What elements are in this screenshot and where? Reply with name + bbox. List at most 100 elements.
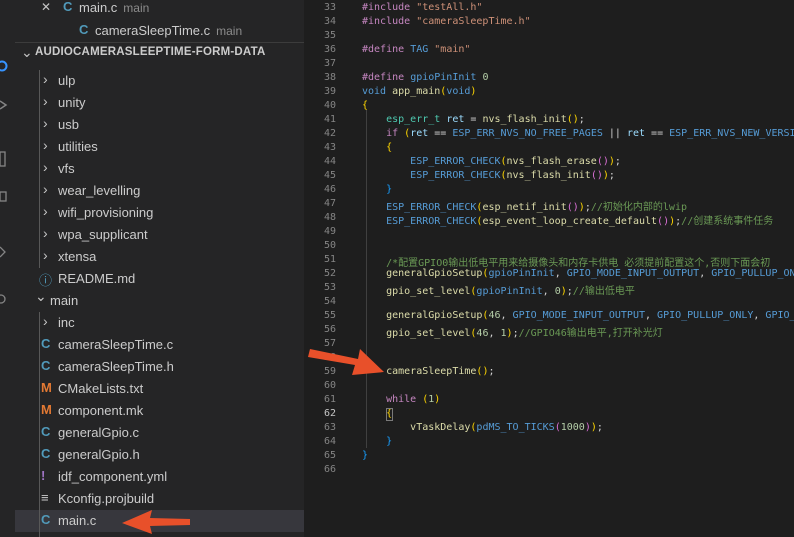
open-editor-label: main.c main [79,0,149,15]
pointer-arrow-sidebar [122,510,190,534]
c-file-icon: C [41,424,51,439]
code-line[interactable]: while (1) [362,394,440,405]
code-line[interactable]: #define TAG "main" [362,44,470,55]
remote-explorer-icon[interactable] [0,245,10,258]
line-number: 36 [323,44,336,55]
line-number: 61 [323,394,336,405]
tree-item-label: ulp [58,73,76,88]
extensions-icon[interactable] [0,190,10,202]
code-line[interactable]: /*配置GPIO0输出低电平用来给摄像头和内存卡供电 必须提前配置这个,否则下面… [362,254,770,269]
c-file-icon: C [41,336,51,351]
tree-item-label: Kconfig.projbuild [58,491,155,506]
line-number: 43 [323,142,336,153]
search-icon[interactable] [0,60,10,72]
chevron-right-icon: › [43,137,48,153]
tree-file-readme-md[interactable]: ⓘ README.md [15,268,304,290]
line-number: 50 [323,240,336,251]
line-number: 45 [323,170,336,181]
indent-guide [366,110,367,448]
code-line[interactable]: ESP_ERROR_CHECK(esp_netif_init());//初始化内… [362,198,687,213]
code-line[interactable]: gpio_set_level(gpioPinInit, 0);//输出低电平 [362,282,635,297]
tree-folder-inc[interactable]: › inc [15,312,304,334]
tree-item-label: idf_component.yml [58,469,168,484]
open-editor-label: cameraSleepTime.c main [95,23,242,38]
tree-item-label: wifi_provisioning [58,205,154,220]
code-line[interactable]: } [362,450,368,461]
tree-item-label: generalGpio.c [58,425,139,440]
tree-folder-usb[interactable]: › usb [15,114,304,136]
line-number: 52 [323,268,336,279]
c-file-icon: C [41,446,51,461]
line-number: 39 [323,86,336,97]
tree-item-label: unity [58,95,86,110]
tree-file-camerasleeptime-c[interactable]: CcameraSleepTime.c [15,334,304,356]
chevron-right-icon: › [43,159,48,175]
code-line[interactable]: generalGpioSetup(46, GPIO_MODE_INPUT_OUT… [362,310,794,321]
matching-bracket-highlight [386,408,393,421]
code-line[interactable]: #include "testAll.h" [362,2,482,13]
tree-item-label: main [50,293,79,308]
open-editor-description: main [123,1,150,15]
tree-item-label: cameraSleepTime.h [58,359,174,374]
c-file-icon: C [41,358,51,373]
tree-folder-wear-levelling[interactable]: › wear_levelling [15,180,304,202]
tree-folder-utilities[interactable]: › utilities [15,136,304,158]
tree-item-label: usb [58,117,79,132]
tree-file-component-mk[interactable]: Mcomponent.mk [15,400,304,422]
tree-item-label: vfs [58,161,75,176]
line-number: 62 [323,408,336,419]
tree-folder-ulp[interactable]: › ulp [15,70,304,92]
makefile-icon: M [41,380,52,395]
open-editor-item[interactable]: ✕ Cmain.c main [15,0,304,19]
indent-guide [39,70,40,268]
open-editor-item[interactable]: CcameraSleepTime.c main [15,20,304,42]
tree-item-label: cameraSleepTime.c [58,337,174,352]
tree-folder-wifi-provisioning[interactable]: › wifi_provisioning [15,202,304,224]
tree-file-generalgpio-h[interactable]: CgeneralGpio.h [15,444,304,466]
tree-folder-xtensa[interactable]: › xtensa [15,246,304,268]
chevron-right-icon: › [43,247,48,263]
code-line[interactable]: void app_main(void) [362,86,476,97]
code-line[interactable]: #define gpioPinInit 0 [362,72,488,83]
tree-folder-unity[interactable]: › unity [15,92,304,114]
tree-folder-main[interactable]: ⌄ main [15,288,304,312]
line-number: 38 [323,72,336,83]
close-icon[interactable]: ✕ [41,0,51,14]
tree-file-idf-component-yml[interactable]: ! idf_component.yml [15,466,304,488]
tree-folder-vfs[interactable]: › vfs [15,158,304,180]
line-number: 40 [323,100,336,111]
code-line[interactable]: esp_err_t ret = nvs_flash_init(); [362,114,585,125]
line-number: 55 [323,310,336,321]
workspace-folder-header[interactable]: ⌄ AUDIOCAMERASLEEPTIME-FORM-DATA [15,42,304,63]
code-line[interactable]: ESP_ERROR_CHECK(nvs_flash_erase()); [362,156,621,167]
chevron-right-icon: › [43,203,48,219]
chevron-right-icon: › [43,225,48,241]
code-line[interactable]: if (ret == ESP_ERR_NVS_NO_FREE_PAGES || … [362,128,794,139]
tree-folder-wpa-supplicant[interactable]: › wpa_supplicant [15,224,304,246]
line-number: 37 [323,58,336,69]
info-icon: ⓘ [39,273,53,288]
source-control-icon[interactable] [0,98,10,110]
tree-file-camerasleeptime-h[interactable]: CcameraSleepTime.h [15,356,304,378]
tree-item-label: README.md [58,271,136,286]
code-line[interactable]: ESP_ERROR_CHECK(nvs_flash_init()); [362,170,615,181]
line-number: 64 [323,436,336,447]
run-debug-icon[interactable] [0,150,10,167]
line-number: 63 [323,422,336,433]
line-number: 54 [323,296,336,307]
chevron-right-icon: › [43,71,48,87]
testing-icon[interactable] [0,292,10,304]
tree-item-label: utilities [58,139,98,154]
code-line[interactable]: #include "cameraSleepTime.h" [362,16,531,27]
code-line[interactable]: ESP_ERROR_CHECK(esp_event_loop_create_de… [362,212,773,227]
chevron-right-icon: › [43,93,48,109]
code-editor[interactable]: 33 #include "testAll.h" 34 #include "camera… [304,0,794,537]
tree-file-cmakelists-txt[interactable]: M CMakeLists.txt [15,378,304,400]
code-line[interactable]: generalGpioSetup(gpioPinInit, GPIO_MODE_… [362,268,794,279]
tree-file-generalgpio-c[interactable]: CgeneralGpio.c [15,422,304,444]
tree-item-label: inc [58,315,75,330]
chevron-right-icon: › [43,115,48,131]
line-number: 66 [323,464,336,475]
code-line[interactable]: vTaskDelay(pdMS_TO_TICKS(1000)); [362,422,603,433]
code-line[interactable]: gpio_set_level(46, 1);//GPIO46输出电平,打开补光灯 [362,324,663,339]
